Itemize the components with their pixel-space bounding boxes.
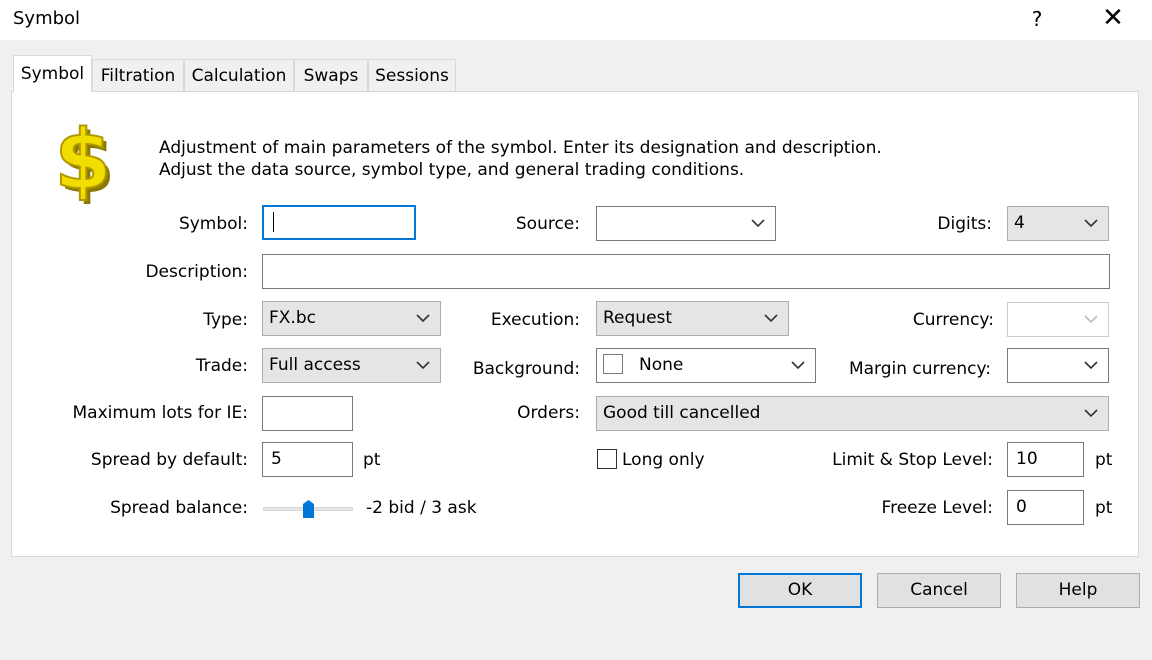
- background-select[interactable]: None: [596, 348, 816, 383]
- chevron-down-icon: [416, 314, 430, 323]
- svg-text:$: $: [54, 118, 111, 204]
- freeze-level-unit: pt: [1095, 498, 1113, 518]
- description-line-2: Adjust the data source, symbol type, and…: [159, 160, 745, 180]
- chevron-down-icon: [751, 219, 765, 228]
- title-bar: [0, 0, 1152, 40]
- tab-calculation[interactable]: Calculation: [184, 59, 294, 91]
- limit-stop-unit: pt: [1095, 450, 1113, 470]
- description-input[interactable]: [262, 254, 1110, 289]
- chevron-down-icon: [1084, 219, 1098, 228]
- freeze-level-label: Freeze Level:: [881, 498, 993, 518]
- close-icon[interactable]: ✕: [1097, 4, 1129, 34]
- tab-sessions[interactable]: Sessions: [368, 59, 456, 91]
- margin-currency-select[interactable]: [1007, 348, 1109, 383]
- currency-label: Currency:: [912, 310, 994, 330]
- digits-label: Digits:: [937, 214, 992, 234]
- margin-currency-label: Margin currency:: [848, 359, 991, 379]
- chevron-down-icon: [1084, 409, 1098, 418]
- tab-swaps[interactable]: Swaps: [294, 59, 368, 91]
- spread-balance-label: Spread balance:: [110, 498, 248, 518]
- chevron-down-icon: [1084, 361, 1098, 370]
- execution-label: Execution:: [490, 310, 580, 330]
- type-label: Type:: [203, 310, 248, 330]
- ok-button[interactable]: OK: [738, 573, 862, 608]
- source-label: Source:: [515, 214, 580, 234]
- currency-select[interactable]: [1007, 302, 1109, 337]
- limit-stop-label: Limit & Stop Level:: [832, 450, 993, 470]
- spread-balance-value: -2 bid / 3 ask: [366, 498, 477, 518]
- chevron-down-icon: [791, 361, 805, 370]
- color-swatch: [603, 353, 623, 374]
- limit-stop-input[interactable]: 10: [1007, 442, 1084, 477]
- spread-default-input[interactable]: 5: [262, 442, 353, 477]
- tab-symbol[interactable]: Symbol: [13, 55, 92, 92]
- trade-select[interactable]: Full access: [262, 348, 441, 383]
- dollar-sign-icon: $ $: [45, 112, 125, 212]
- symbol-input[interactable]: [262, 205, 416, 240]
- window-title: Symbol: [13, 8, 81, 29]
- orders-select[interactable]: Good till cancelled: [596, 396, 1109, 431]
- cancel-button[interactable]: Cancel: [877, 573, 1001, 608]
- chevron-down-icon: [416, 361, 430, 370]
- spread-default-unit: pt: [363, 450, 381, 470]
- help-button[interactable]: Help: [1016, 573, 1140, 608]
- spread-default-label: Spread by default:: [90, 450, 248, 470]
- orders-label: Orders:: [517, 403, 580, 423]
- long-only-label[interactable]: Long only: [622, 450, 705, 470]
- symbol-label: Symbol:: [178, 214, 248, 234]
- chevron-down-icon: [1084, 315, 1098, 324]
- execution-select[interactable]: Request: [596, 301, 789, 336]
- digits-select[interactable]: 4: [1007, 206, 1109, 241]
- max-lots-ie-label: Maximum lots for IE:: [72, 403, 248, 423]
- chevron-down-icon: [764, 314, 778, 323]
- slider-thumb[interactable]: [302, 500, 314, 518]
- text-caret: [273, 212, 274, 232]
- help-icon[interactable]: ?: [1022, 4, 1052, 34]
- freeze-level-input[interactable]: 0: [1007, 490, 1084, 525]
- trade-label: Trade:: [195, 356, 248, 376]
- description-label: Description:: [145, 262, 248, 282]
- source-select[interactable]: [596, 206, 776, 241]
- max-lots-ie-input[interactable]: [262, 396, 353, 431]
- long-only-checkbox[interactable]: [597, 449, 617, 469]
- tab-filtration[interactable]: Filtration: [92, 59, 184, 91]
- background-label: Background:: [472, 359, 580, 379]
- description-line-1: Adjustment of main parameters of the sym…: [159, 138, 882, 158]
- type-select[interactable]: FX.bc: [262, 301, 441, 336]
